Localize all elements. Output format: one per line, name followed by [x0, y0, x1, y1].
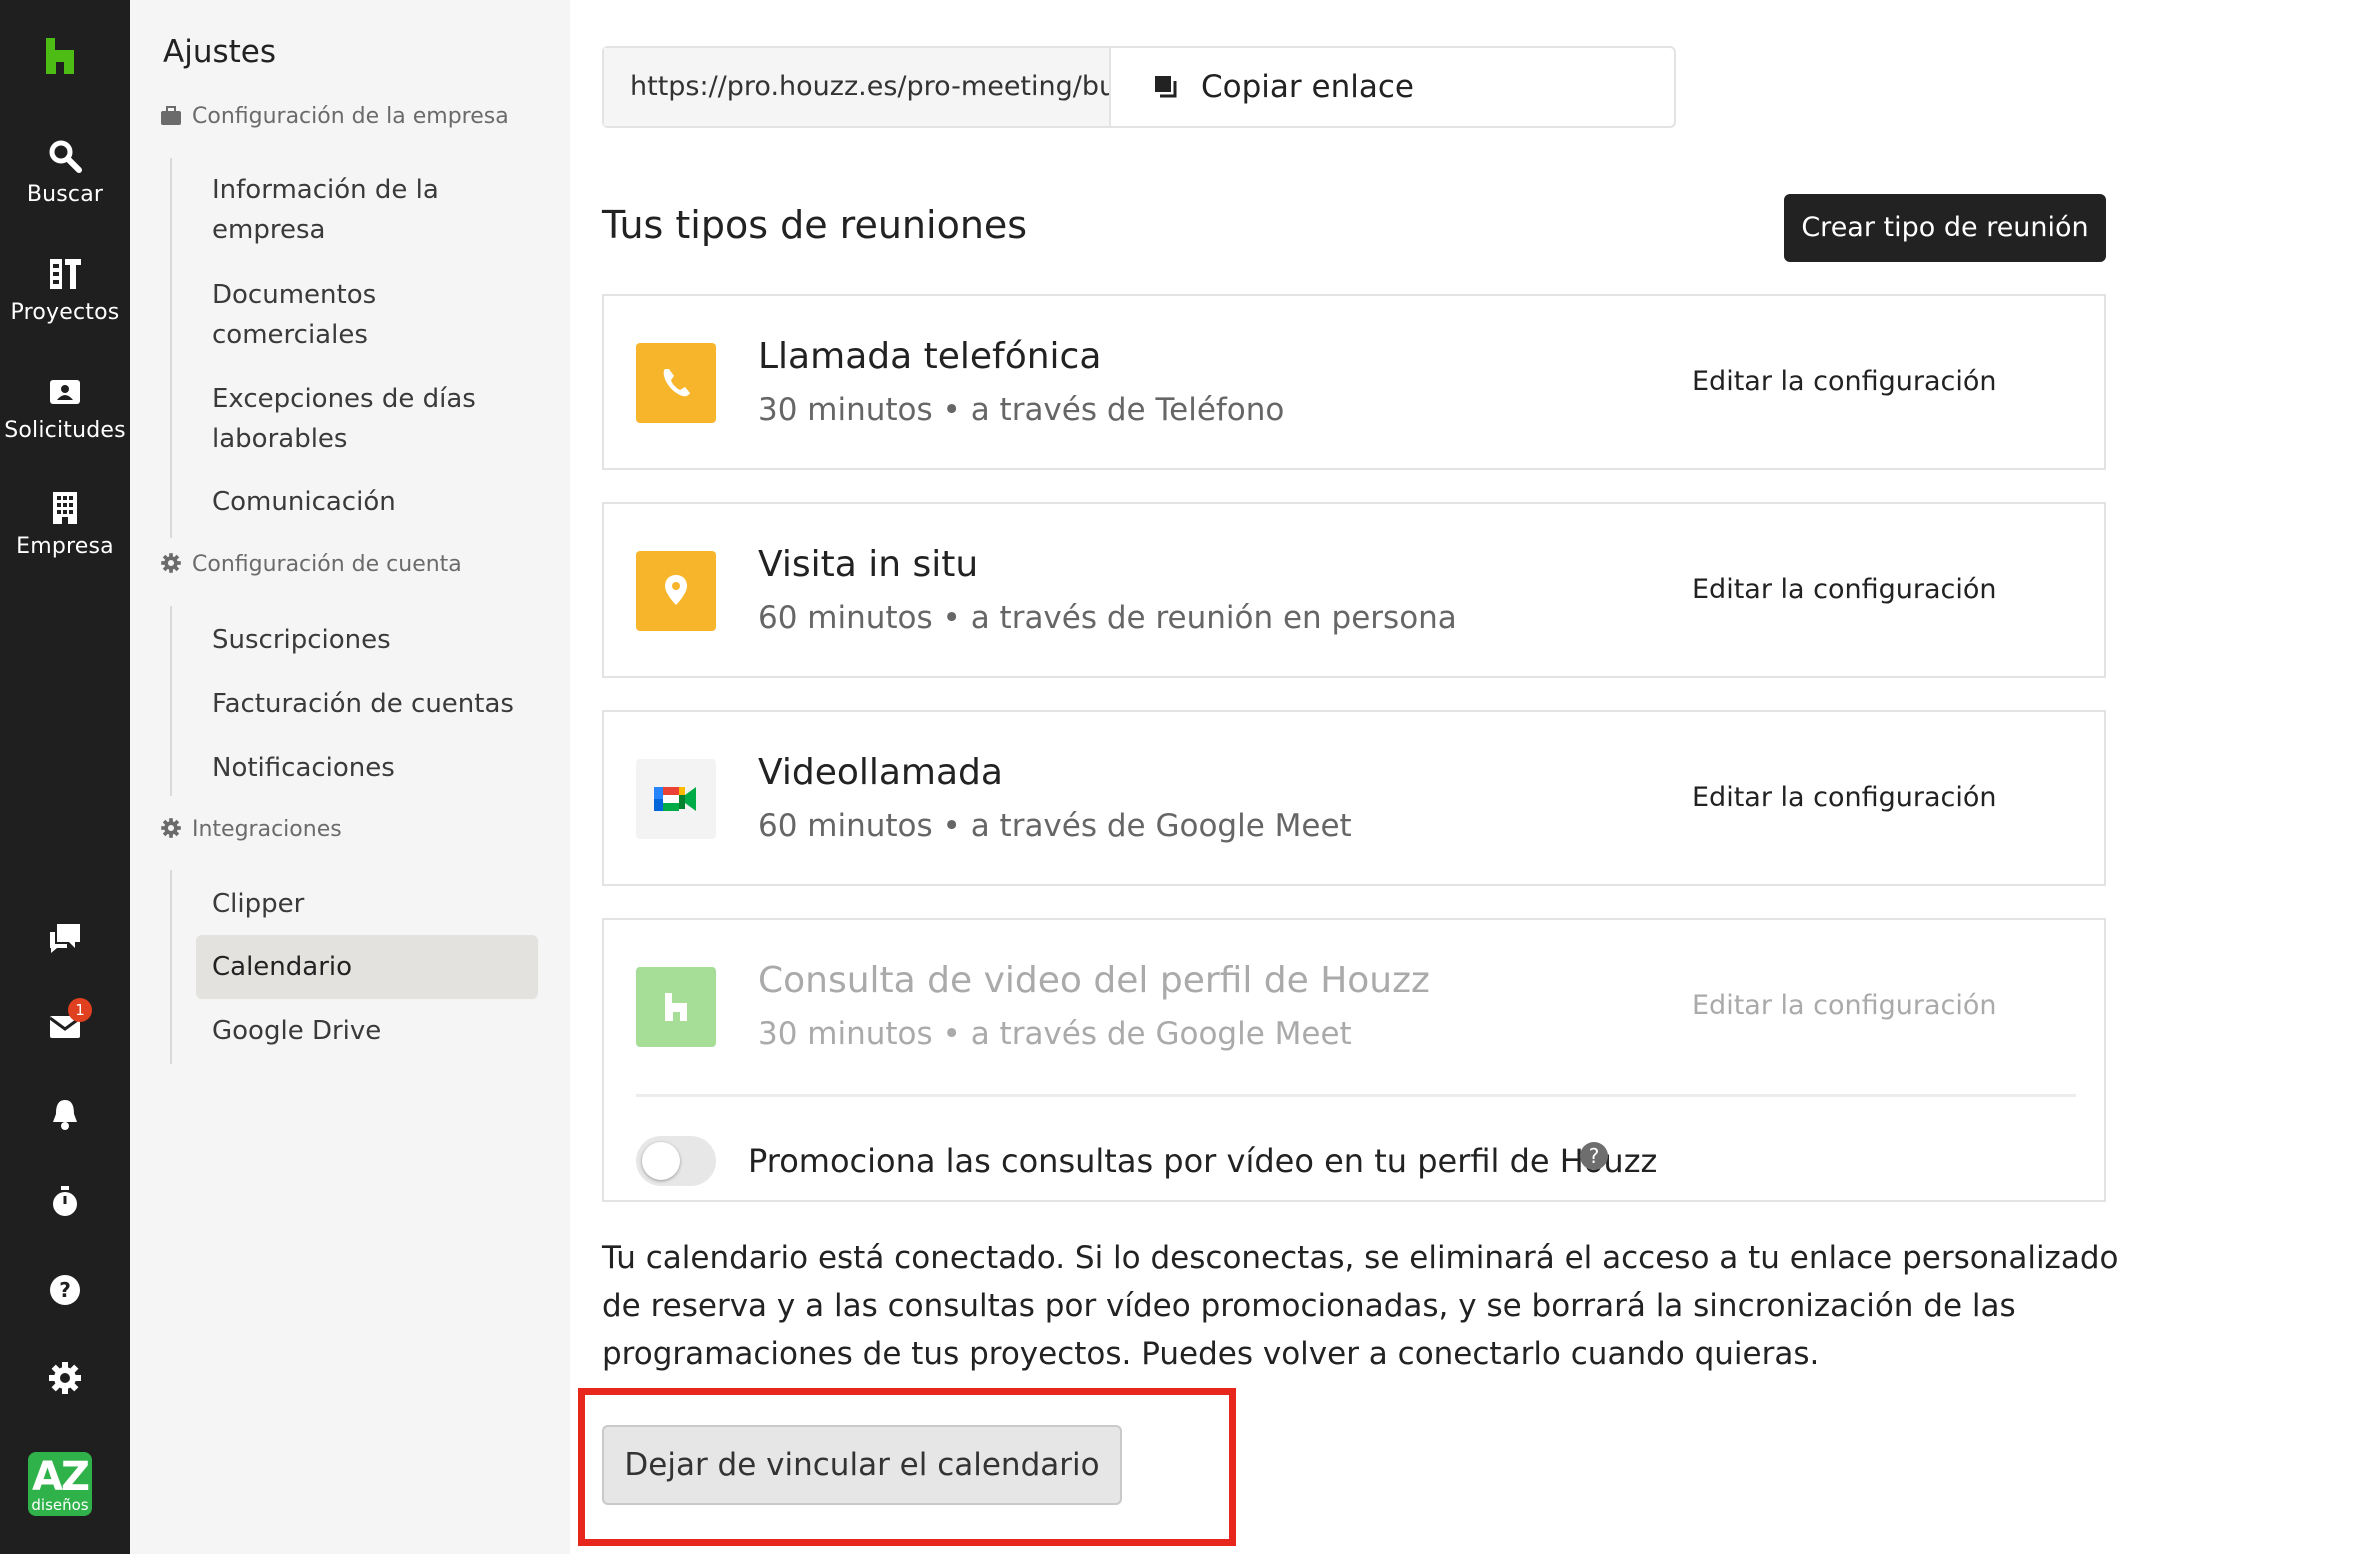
houzz-icon	[636, 967, 716, 1047]
nav-line-integrations	[170, 870, 172, 1064]
rail-label-company: Empresa	[16, 534, 114, 559]
rail-label-search: Buscar	[26, 182, 104, 207]
promo-label: Promociona las consultas por vídeo en tu…	[748, 1142, 1658, 1180]
meeting-title: Llamada telefónica	[758, 336, 1102, 377]
section-account-label: Configuración de cuenta	[192, 552, 462, 577]
promo-toggle[interactable]	[636, 1136, 716, 1186]
booking-link-box: https://pro.houzz.es/pro-meeting/bu Copi…	[602, 46, 1676, 128]
settings-title: Ajustes	[163, 34, 276, 70]
highlight-box	[578, 1388, 1236, 1546]
meeting-subtitle: 30 minutos • a través de Teléfono	[758, 392, 1285, 428]
rail-item-company[interactable]: Empresa	[0, 490, 130, 559]
bell-icon	[53, 1100, 77, 1130]
copy-link-label: Copiar enlace	[1201, 69, 1414, 105]
gear-icon	[161, 553, 181, 573]
location-pin-icon	[636, 551, 716, 631]
edit-settings-link[interactable]: Editar la configuración	[1692, 366, 1997, 397]
phone-icon	[636, 343, 716, 423]
meeting-types-heading: Tus tipos de reuniones	[602, 203, 1028, 247]
meeting-subtitle: 60 minutos • a través de Google Meet	[758, 808, 1352, 844]
help-button[interactable]: ?	[0, 1272, 130, 1308]
meeting-title: Videollamada	[758, 752, 1003, 793]
timer-icon	[53, 1186, 77, 1216]
toggle-knob	[642, 1142, 680, 1180]
nav-subscriptions[interactable]: Suscripciones	[212, 620, 391, 660]
rail-item-search[interactable]: Buscar	[0, 138, 130, 207]
section-account: Configuración de cuenta	[160, 552, 462, 577]
gear-icon	[49, 1362, 81, 1394]
copy-link-button[interactable]: Copiar enlace	[1109, 48, 1674, 126]
chat-icon	[50, 924, 80, 953]
meeting-card-onsite: Visita in situ 60 minutos • a través de …	[602, 502, 2106, 678]
messages-button[interactable]	[0, 920, 130, 956]
meeting-title: Consulta de video del perfil de Houzz	[758, 960, 1430, 1001]
gear-icon	[161, 818, 181, 838]
inbox-button[interactable]: 1	[0, 998, 130, 1044]
avatar[interactable]: AZ diseños	[28, 1452, 92, 1516]
section-integrations-label: Integraciones	[192, 817, 342, 842]
rail-label-projects: Proyectos	[10, 300, 120, 325]
nav-notifications[interactable]: Notificaciones	[212, 748, 395, 788]
left-rail: Buscar Proyectos Solicitudes Empresa 1 ?…	[0, 0, 130, 1554]
inbox-badge: 1	[68, 998, 92, 1022]
meeting-subtitle: 30 minutos • a través de Google Meet	[758, 1016, 1352, 1052]
calendar-connected-notice: Tu calendario está conectado. Si lo desc…	[602, 1240, 2119, 1372]
create-meeting-type-button[interactable]: Crear tipo de reunión	[1784, 194, 2106, 262]
main-content: https://pro.houzz.es/pro-meeting/bu Copi…	[570, 0, 2378, 1554]
requests-icon	[50, 380, 80, 404]
nav-line-company	[170, 158, 172, 538]
nav-line-account	[170, 606, 172, 796]
nav-workday-exceptions[interactable]: Excepciones de días laborables	[212, 379, 476, 459]
edit-settings-link[interactable]: Editar la configuración	[1692, 574, 1997, 605]
section-company-label: Configuración de la empresa	[192, 104, 509, 129]
copy-icon	[1155, 76, 1177, 98]
booking-url-field[interactable]: https://pro.houzz.es/pro-meeting/bu	[604, 48, 1109, 126]
meeting-subtitle: 60 minutos • a través de reunión en pers…	[758, 600, 1457, 636]
notifications-button[interactable]	[0, 1096, 130, 1132]
help-icon: ?	[50, 1275, 80, 1305]
card-divider	[636, 1094, 2076, 1097]
section-company: Configuración de la empresa	[160, 104, 509, 129]
google-meet-icon	[636, 759, 716, 839]
nav-billing[interactable]: Facturación de cuentas	[212, 684, 514, 724]
nav-communication[interactable]: Comunicación	[212, 482, 396, 522]
edit-settings-link[interactable]: Editar la configuración	[1692, 990, 1997, 1021]
nav-google-drive[interactable]: Google Drive	[212, 1011, 381, 1051]
meeting-card-video: Videollamada 60 minutos • a través de Go…	[602, 710, 2106, 886]
houzz-logo-icon[interactable]	[42, 36, 78, 76]
avatar-caption: diseños	[31, 1496, 89, 1514]
meeting-card-phone: Llamada telefónica 30 minutos • a través…	[602, 294, 2106, 470]
building-icon	[53, 492, 77, 524]
rail-label-requests: Solicitudes	[4, 418, 126, 443]
nav-calendar[interactable]: Calendario	[212, 947, 352, 987]
section-integrations: Integraciones	[160, 817, 342, 842]
rail-item-projects[interactable]: Proyectos	[0, 256, 130, 325]
rail-item-requests[interactable]: Solicitudes	[0, 374, 130, 443]
edit-settings-link[interactable]: Editar la configuración	[1692, 782, 1997, 813]
briefcase-icon	[161, 106, 181, 125]
nav-clipper[interactable]: Clipper	[212, 884, 304, 924]
meeting-card-houzz-video: Consulta de video del perfil de Houzz 30…	[602, 918, 2106, 1202]
search-icon	[49, 140, 82, 173]
settings-button[interactable]	[0, 1360, 130, 1396]
svg-text:?: ?	[59, 1278, 71, 1302]
timer-button[interactable]	[0, 1184, 130, 1220]
meeting-title: Visita in situ	[758, 544, 979, 585]
avatar-initials: AZ	[32, 1454, 90, 1500]
projects-icon	[50, 259, 81, 289]
help-icon[interactable]: ?	[1580, 1142, 1608, 1170]
nav-commercial-docs[interactable]: Documentos comerciales	[212, 275, 376, 355]
nav-company-info[interactable]: Información de la empresa	[212, 170, 439, 250]
settings-nav: Ajustes Configuración de la empresa Info…	[130, 0, 570, 1554]
